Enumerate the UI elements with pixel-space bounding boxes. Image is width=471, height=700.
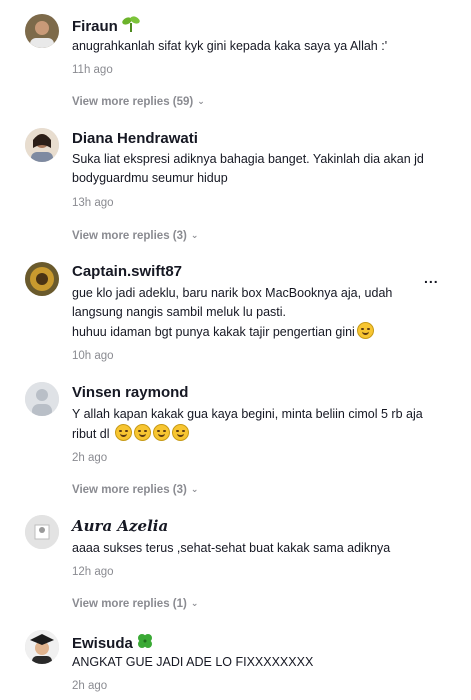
view-replies-button[interactable]: View more replies (3) ⌄ (72, 484, 198, 496)
replies-label: View more replies (1) (72, 598, 187, 610)
replies-label: View more replies (3) (72, 484, 187, 496)
smile-emoji-icon (115, 424, 133, 441)
chevron-down-icon: ⌄ (190, 484, 199, 494)
tears-of-joy-emoji-icon (134, 424, 152, 441)
avatar[interactable] (25, 630, 59, 664)
grin-emoji-icon (356, 322, 374, 339)
view-replies-button[interactable]: View more replies (3) ⌄ (72, 230, 198, 242)
comment-text-line: huhuu idaman bgt punya kakak tajir penge… (72, 325, 355, 339)
chevron-down-icon: ⌄ (190, 598, 199, 608)
replies-label: View more replies (59) (72, 96, 194, 108)
username[interactable]: Captain.swift87 (72, 263, 182, 280)
comment-text: Y allah kapan kakak gua kaya begini, min… (72, 405, 437, 444)
comment-text: Suka liat ekspresi adiknya bahagia bange… (72, 152, 424, 185)
comment-time: 10h ago (72, 350, 114, 362)
username[interactable]: Diana Hendrawati (72, 130, 198, 147)
comment-time: 2h ago (72, 452, 108, 464)
comment-text: ANGKAT GUE JADI ADE LO FIXXXXXXXX (72, 655, 314, 669)
tears-of-joy-emoji-icon (153, 424, 171, 441)
tears-of-joy-emoji-icon (172, 424, 190, 441)
avatar[interactable] (25, 128, 59, 162)
comment-text: gue klo jadi adeklu, baru narik box MacB… (72, 284, 437, 342)
username[interactable]: Vinsen raymond (72, 384, 188, 401)
avatar[interactable] (25, 382, 59, 416)
chevron-down-icon: ⌄ (190, 230, 199, 240)
comment-text: aaaa sukses terus ,sehat-sehat buat kaka… (72, 541, 391, 555)
comment-time: 2h ago (72, 680, 108, 692)
replies-label: View more replies (3) (72, 230, 187, 242)
clover-icon (136, 632, 154, 654)
avatar[interactable] (25, 14, 59, 48)
comment-text-line: gue klo jadi adeklu, baru narik box MacB… (72, 286, 393, 319)
username[interactable]: Aura Azelia (72, 517, 168, 535)
username[interactable]: Ewisuda (72, 632, 154, 654)
comment-time: 11h ago (72, 64, 113, 76)
comment-time: 12h ago (72, 566, 114, 578)
avatar[interactable] (25, 515, 59, 549)
view-replies-button[interactable]: View more replies (1) ⌄ (72, 598, 198, 610)
comment-time: 13h ago (72, 197, 114, 209)
username[interactable]: Firaun (72, 15, 141, 37)
chevron-down-icon: ⌄ (197, 96, 205, 106)
sprout-icon (121, 15, 141, 37)
comment-text: anugrahkanlah sifat kyk gini kepada kaka… (72, 39, 388, 53)
avatar[interactable] (25, 262, 59, 296)
view-replies-button[interactable]: View more replies (59) ⌄ (72, 96, 205, 108)
